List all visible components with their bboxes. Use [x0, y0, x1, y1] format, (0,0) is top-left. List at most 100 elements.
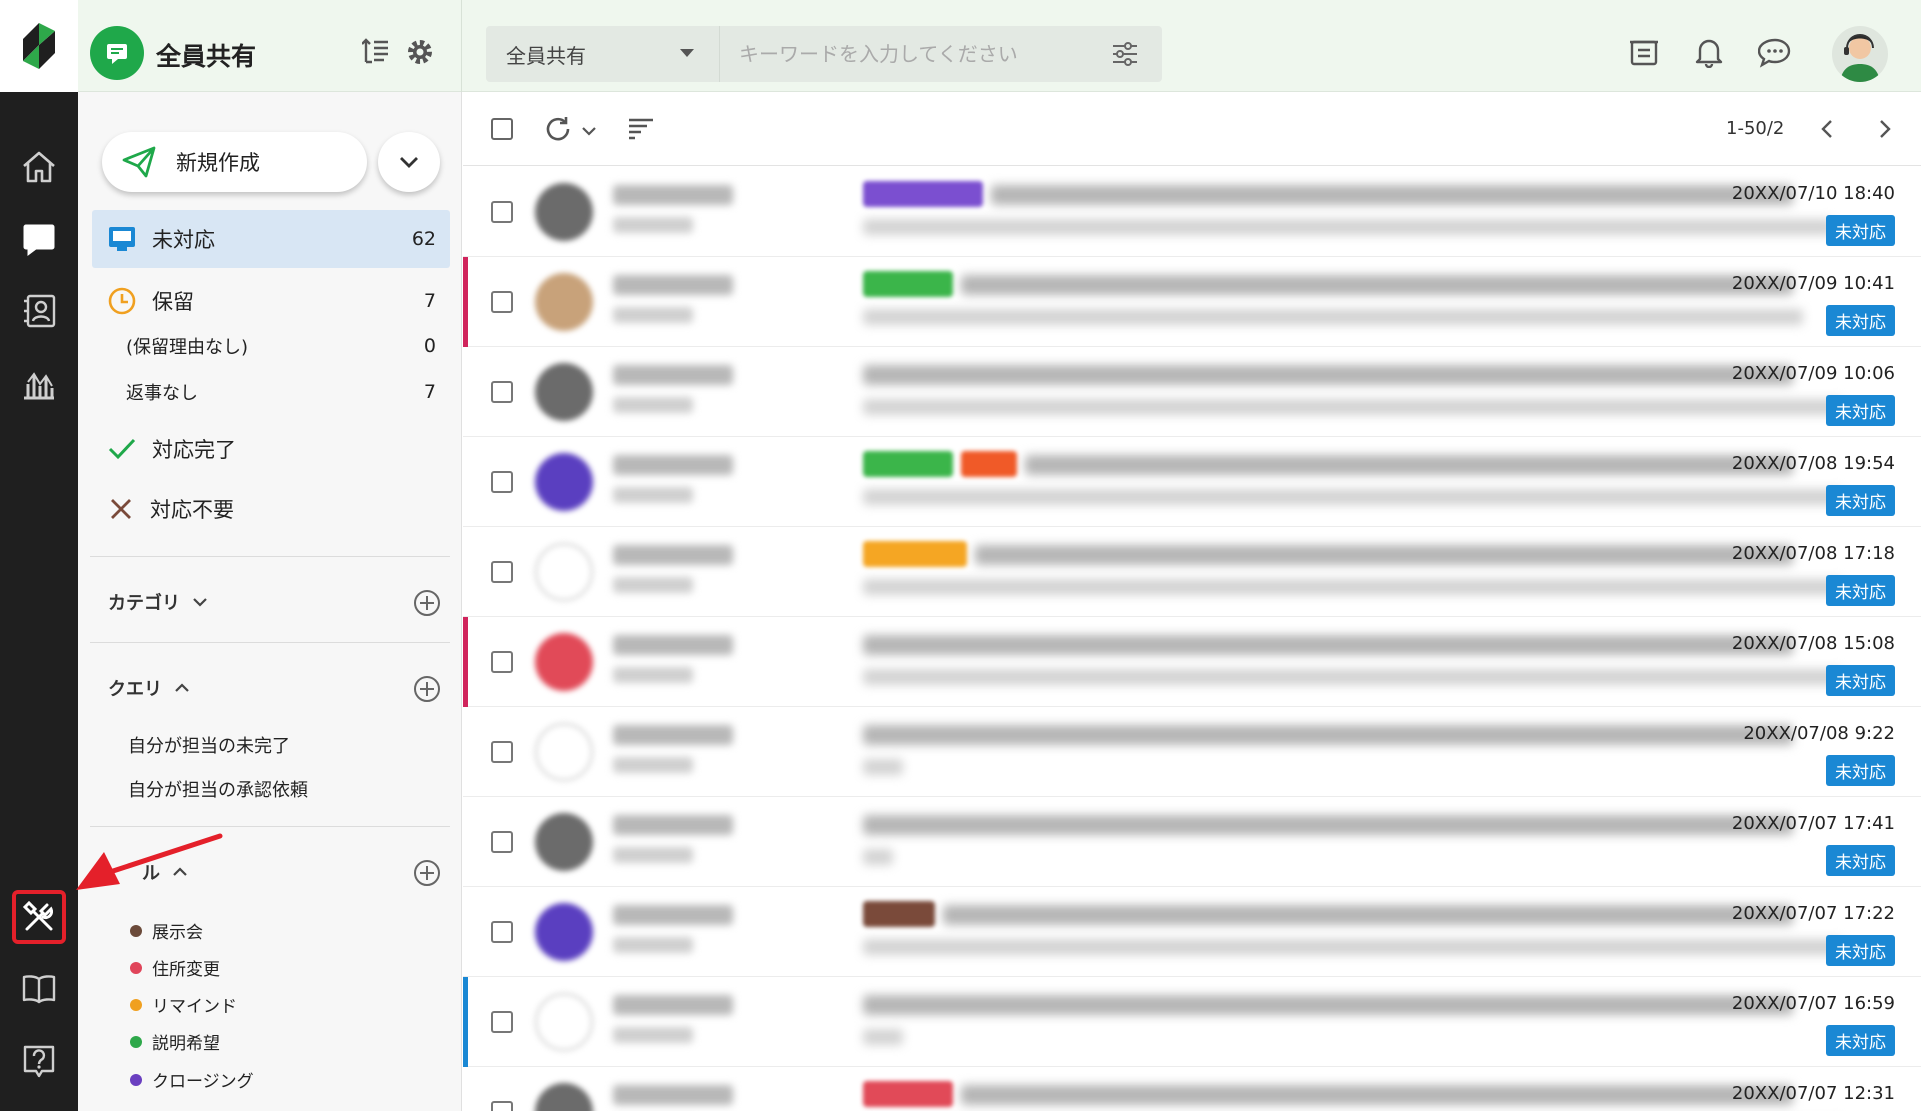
row-checkbox[interactable] [491, 201, 513, 223]
message-subject [863, 635, 1793, 655]
message-row[interactable]: 20XX/07/09 10:06 未対応 [463, 347, 1921, 437]
status-badge[interactable]: 未対応 [1826, 665, 1895, 696]
message-row[interactable]: 20XX/07/08 19:54 未対応 [463, 437, 1921, 527]
sender-name [613, 275, 733, 295]
message-date: 20XX/07/08 19:54 [1731, 453, 1895, 474]
folder-sidebar: 新規作成 未対応 62 保留 7 (保留理由なし) 0 返事なし 7 対応完了 … [78, 92, 462, 1111]
category-section-header[interactable]: カテゴリ [108, 582, 448, 622]
row-checkbox[interactable] [491, 471, 513, 493]
chat-icon[interactable] [1757, 36, 1792, 72]
label-item[interactable]: 住所変更 [130, 955, 220, 980]
row-checkbox[interactable] [491, 831, 513, 853]
chevron-up-icon [175, 683, 189, 692]
message-row[interactable]: 20XX/07/09 10:41 未対応 [463, 257, 1921, 347]
folder-hold[interactable]: 保留 7 [92, 272, 450, 330]
folder-done[interactable]: 対応完了 [92, 420, 450, 478]
add-label-icon[interactable] [412, 858, 442, 888]
message-subject [863, 725, 1793, 745]
label-item[interactable]: リマインド [130, 992, 237, 1017]
query-item[interactable]: 自分が担当の未完了 [128, 732, 290, 758]
row-checkbox[interactable] [491, 741, 513, 763]
row-checkbox[interactable] [491, 291, 513, 313]
ticket-id [613, 1027, 693, 1043]
ticket-id [613, 577, 693, 593]
label-dot [130, 961, 142, 974]
status-badge[interactable]: 未対応 [1826, 305, 1895, 336]
row-checkbox[interactable] [491, 381, 513, 403]
subfolder-label: 返事なし [126, 383, 198, 404]
add-category-icon[interactable] [412, 588, 442, 618]
row-checkbox[interactable] [491, 921, 513, 943]
status-badge[interactable]: 未対応 [1826, 1025, 1895, 1056]
gear-icon[interactable] [404, 36, 436, 72]
inbox-title[interactable]: 全員共有 [156, 37, 256, 73]
message-preview [863, 849, 893, 865]
manual-book-icon[interactable] [12, 962, 66, 1016]
sort-list-icon[interactable] [627, 116, 655, 146]
reports-icon[interactable] [12, 356, 66, 410]
row-checkbox[interactable] [491, 561, 513, 583]
message-row[interactable]: 20XX/07/08 17:18 未対応 [463, 527, 1921, 617]
query-item[interactable]: 自分が担当の承認依頼 [128, 776, 308, 802]
row-checkbox[interactable] [491, 651, 513, 673]
message-row[interactable]: 20XX/07/07 17:22 未対応 [463, 887, 1921, 977]
status-badge[interactable]: 未対応 [1826, 395, 1895, 426]
folder-label: 対応完了 [152, 438, 236, 462]
send-icon [122, 146, 156, 178]
status-badge[interactable]: 未対応 [1826, 575, 1895, 606]
contacts-icon[interactable] [12, 284, 66, 338]
label-item[interactable]: 展示会 [130, 918, 203, 943]
home-icon[interactable] [12, 140, 66, 194]
caret-down-icon [680, 49, 694, 57]
message-row[interactable]: 20XX/07/10 18:40 未対応 [463, 167, 1921, 257]
row-checkbox[interactable] [491, 1101, 513, 1111]
message-row[interactable]: 20XX/07/07 12:31 [463, 1067, 1921, 1111]
message-date: 20XX/07/10 18:40 [1731, 183, 1895, 204]
status-badge[interactable]: 未対応 [1826, 755, 1895, 786]
add-query-icon[interactable] [412, 674, 442, 704]
label-item[interactable]: 説明希望 [130, 1029, 220, 1054]
query-section-header[interactable]: クエリ [108, 668, 448, 708]
label-dot [130, 1035, 142, 1048]
compose-dropdown-button[interactable] [378, 132, 440, 192]
notice-board-icon[interactable] [1628, 36, 1660, 72]
subfolder-count: 0 [423, 335, 436, 357]
list-sort-icon[interactable] [361, 36, 392, 70]
subfolder-no-reply[interactable]: 返事なし 7 [126, 372, 450, 412]
ticket-id [613, 667, 693, 683]
message-row[interactable]: 20XX/07/07 17:41 未対応 [463, 797, 1921, 887]
compose-button[interactable]: 新規作成 [102, 132, 367, 192]
search-scope-select[interactable]: 全員共有 [486, 26, 720, 82]
status-badge[interactable]: 未対応 [1826, 485, 1895, 516]
shared-inbox-icon [90, 26, 144, 80]
inbox-header: 全員共有 [78, 0, 462, 92]
message-subject [975, 545, 1793, 565]
status-badge[interactable]: 未対応 [1826, 935, 1895, 966]
subfolder-hold-no-reason[interactable]: (保留理由なし) 0 [126, 326, 450, 366]
app-logo[interactable] [0, 0, 78, 92]
chevron-down-icon[interactable] [581, 122, 597, 141]
search-input[interactable] [721, 26, 1101, 82]
message-row[interactable]: 20XX/07/07 16:59 未対応 [463, 977, 1921, 1067]
message-date: 20XX/07/08 17:18 [1731, 543, 1895, 564]
message-row[interactable]: 20XX/07/08 15:08 未対応 [463, 617, 1921, 707]
message-row[interactable]: 20XX/07/08 9:22 未対応 [463, 707, 1921, 797]
admin-tools-icon[interactable] [12, 890, 66, 944]
next-page-icon[interactable] [1875, 118, 1895, 144]
refresh-icon[interactable] [543, 114, 573, 148]
status-badge[interactable]: 未対応 [1826, 215, 1895, 246]
prev-page-icon[interactable] [1817, 118, 1837, 144]
status-badge[interactable]: 未対応 [1826, 845, 1895, 876]
message-preview [863, 669, 1843, 685]
user-avatar[interactable] [1832, 26, 1888, 82]
sidebar-divider [90, 642, 450, 643]
label-item[interactable]: クロージング [130, 1067, 254, 1092]
folder-not-needed[interactable]: 対応不要 [92, 480, 450, 538]
select-all-checkbox[interactable] [491, 118, 513, 140]
help-icon[interactable] [12, 1034, 66, 1088]
bell-icon[interactable] [1694, 36, 1724, 72]
row-checkbox[interactable] [491, 1011, 513, 1033]
label-tag [863, 451, 953, 477]
filter-sliders-icon[interactable] [1111, 41, 1139, 71]
inbox-icon[interactable] [12, 212, 66, 266]
